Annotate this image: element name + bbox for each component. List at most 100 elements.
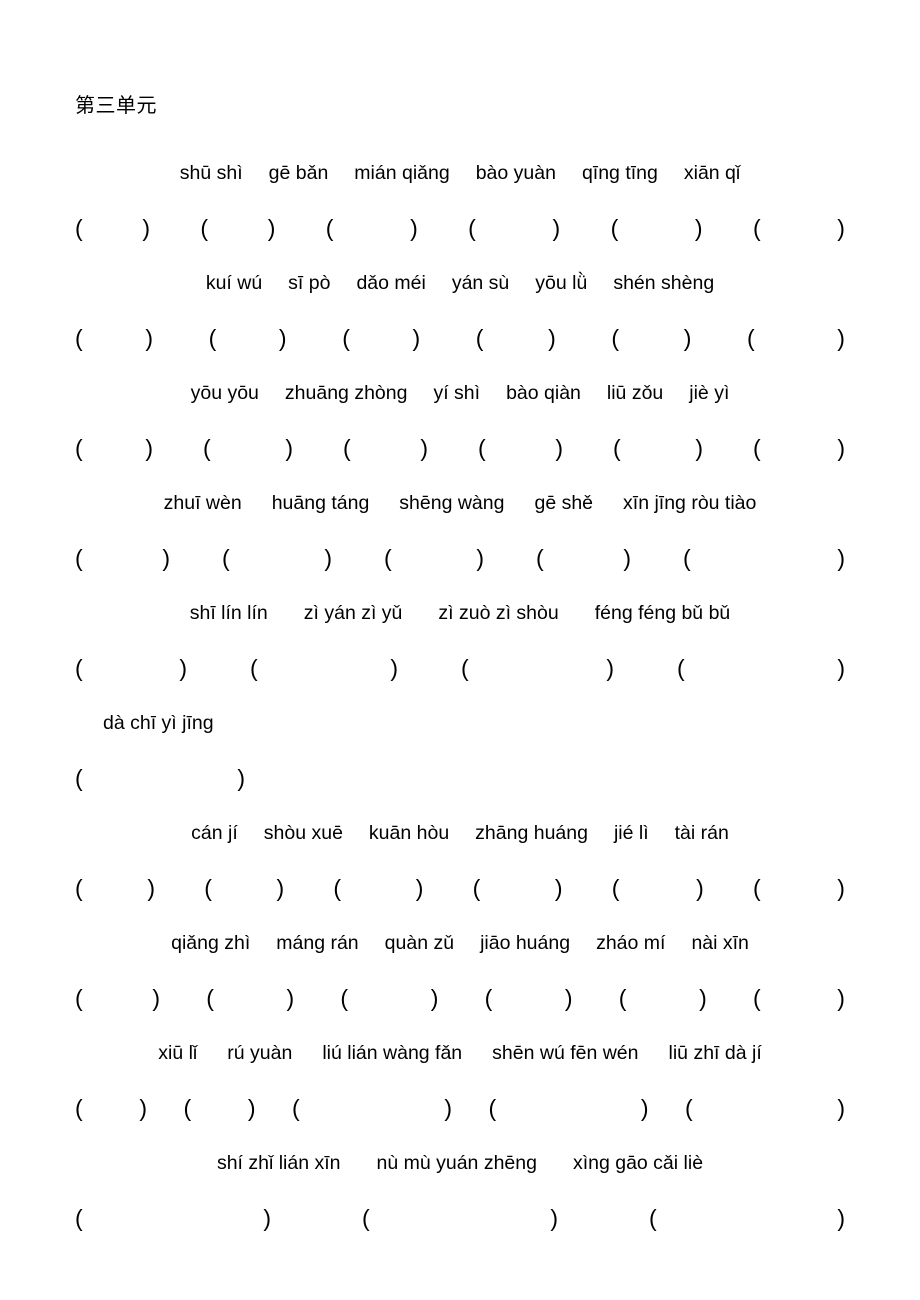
answer-blank[interactable]: ()	[611, 310, 691, 366]
paren-open: (	[478, 435, 486, 461]
pinyin-word: shén shèng	[613, 272, 715, 294]
paren-open: (	[203, 435, 211, 461]
paren-close: )	[390, 655, 398, 681]
answer-blank[interactable]: ()	[536, 530, 631, 586]
answer-blank[interactable]: ()	[75, 420, 153, 476]
pinyin-word: bào yuàn	[475, 162, 556, 184]
answer-blank[interactable]: ()	[384, 530, 484, 586]
answer-blank[interactable]: ()	[204, 860, 284, 916]
pinyin-word: yán sù	[451, 272, 510, 294]
answer-blank[interactable]: ()	[326, 200, 418, 256]
answer-blank[interactable]: ()	[485, 970, 573, 1026]
answer-blank[interactable]: ()	[677, 640, 845, 696]
paren-open: (	[343, 435, 351, 461]
paren-close: )	[683, 325, 692, 351]
answer-blank[interactable]: ()	[476, 310, 556, 366]
answer-blank[interactable]: ()	[649, 1190, 845, 1246]
answer-blank[interactable]: ()	[619, 970, 707, 1026]
pinyin-line: dà chī yì jīng	[0, 696, 920, 750]
answer-blank[interactable]: ()	[75, 640, 187, 696]
answer-blank[interactable]: ()	[200, 200, 275, 256]
answer-blank[interactable]: ()	[478, 420, 563, 476]
answer-blank[interactable]: ()	[489, 1080, 649, 1136]
paren-open: (	[325, 215, 334, 241]
paren-close: )	[247, 1095, 256, 1121]
answer-blank[interactable]: ()	[75, 970, 160, 1026]
paren-close: )	[145, 325, 153, 351]
answer-blank[interactable]: ()	[292, 1080, 452, 1136]
answer-blank[interactable]: ()	[473, 860, 563, 916]
paren-close: )	[476, 545, 484, 571]
answer-blank[interactable]: ()	[75, 310, 153, 366]
answer-blank[interactable]: ()	[753, 860, 845, 916]
pinyin-word: shòu xuē	[263, 822, 343, 844]
answer-blank-line: ()()()()()()	[0, 970, 920, 1026]
answer-blank[interactable]: ()	[362, 1190, 558, 1246]
exercise-row: yōu yōu zhuāng zhòng yí shì bào qiàn liū zǒu…	[0, 366, 920, 476]
paren-open: (	[75, 985, 83, 1011]
answer-blank[interactable]: ()	[753, 420, 845, 476]
answer-blank[interactable]: ()	[75, 750, 245, 806]
paren-close: )	[837, 545, 845, 571]
answer-blank[interactable]: ()	[342, 310, 420, 366]
paren-open: (	[75, 545, 83, 571]
answer-blank[interactable]: ()	[753, 200, 845, 256]
pinyin-word: nài xīn	[691, 932, 749, 954]
paren-open: (	[611, 875, 620, 901]
paren-close: )	[324, 545, 332, 571]
answer-blank[interactable]: ()	[613, 420, 703, 476]
exercise-row: dà chī yì jīng ()	[0, 696, 920, 806]
pinyin-line: qiǎng zhì máng rán quàn zǔ jiāo huáng zháo m…	[0, 916, 920, 970]
answer-blank-line: () () () () () ()	[0, 860, 920, 916]
paren-close: )	[837, 215, 845, 241]
pinyin-word: cán jí	[191, 822, 238, 844]
paren-close: )	[837, 655, 845, 681]
answer-blank[interactable]: ()	[209, 310, 287, 366]
answer-blank[interactable]: ()	[612, 860, 704, 916]
answer-blank[interactable]: ()	[343, 420, 428, 476]
answer-blank[interactable]: ()	[611, 200, 703, 256]
answer-blank[interactable]: ()	[461, 640, 614, 696]
paren-close: )	[623, 545, 631, 571]
answer-blank[interactable]: ()	[184, 1080, 256, 1136]
paren-open: (	[75, 875, 83, 901]
pinyin-word: dà chī yì jīng	[103, 712, 214, 734]
answer-blank[interactable]: ()	[206, 970, 294, 1026]
answer-blank[interactable]: ()	[468, 200, 560, 256]
exercise-row: kuí wú sī pò dǎo méi yán sù yōu lǜ shén shèng…	[0, 256, 920, 366]
answer-blank[interactable]: ()	[75, 1080, 147, 1136]
pinyin-word: zhuāng zhòng	[284, 382, 408, 404]
answer-blank[interactable]: ()	[683, 530, 845, 586]
answer-blank[interactable]: ()	[340, 970, 438, 1026]
worksheet-page: 第三单元 shū shì gē bǎn mián qiǎng bào yuàn qīng…	[0, 0, 920, 1300]
paren-open: (	[200, 215, 209, 241]
answer-blank[interactable]: ()	[250, 640, 398, 696]
answer-blank[interactable]: ()	[75, 1190, 271, 1246]
paren-close: )	[548, 325, 556, 351]
paren-open: (	[206, 985, 214, 1011]
answer-blank[interactable]: ()	[222, 530, 332, 586]
paren-close: )	[278, 325, 287, 351]
answer-blank[interactable]: ()	[75, 530, 170, 586]
paren-close: )	[555, 435, 563, 461]
answer-blank[interactable]: ()	[75, 200, 150, 256]
paren-close: )	[263, 1205, 271, 1231]
pinyin-word: zhuī wèn	[163, 492, 242, 514]
answer-blank[interactable]: ()	[75, 860, 155, 916]
paren-close: )	[430, 985, 439, 1011]
answer-blank-line: ()()()()()()	[0, 420, 920, 476]
answer-blank[interactable]: ()	[685, 1080, 845, 1136]
paren-close: )	[145, 435, 153, 461]
answer-blank[interactable]: ()	[333, 860, 423, 916]
answer-blank[interactable]: ()	[203, 420, 293, 476]
answer-blank[interactable]: ()	[753, 970, 845, 1026]
answer-blank[interactable]: ()	[747, 310, 845, 366]
pinyin-word: xiū lǐ	[158, 1042, 198, 1064]
pinyin-word: bào qiàn	[506, 382, 581, 404]
paren-open: (	[75, 1205, 83, 1231]
paren-open: (	[75, 655, 83, 681]
pinyin-line: shū shì gē bǎn mián qiǎng bào yuàn qīng tīng…	[0, 146, 920, 200]
page-title: 第三单元	[75, 95, 157, 117]
pinyin-word: shī lín lín	[189, 602, 268, 624]
paren-close: )	[837, 325, 845, 351]
